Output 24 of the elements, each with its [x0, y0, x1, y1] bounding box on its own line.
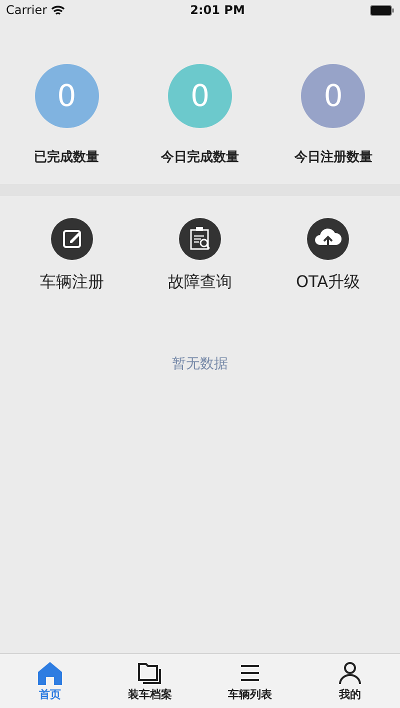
count-circle: 0 — [34, 64, 99, 128]
action-button[interactable]: 故障查询 — [145, 218, 255, 293]
tab[interactable]: 车辆列表 — [200, 654, 300, 708]
clipboard-search-icon — [179, 218, 221, 260]
stat-label: 今日完成数量 — [160, 148, 239, 166]
tab[interactable]: 我的 — [300, 654, 400, 708]
edit-icon — [51, 218, 93, 260]
action-button[interactable]: OTA升级 — [273, 218, 383, 293]
stat-label: 今日注册数量 — [294, 148, 372, 166]
status-time: 2:01 PM — [190, 3, 245, 17]
wifi-icon — [51, 4, 66, 16]
folder-icon — [137, 660, 163, 684]
person-icon — [337, 660, 363, 684]
tab[interactable]: 装车档案 — [100, 654, 200, 708]
battery-icon — [370, 4, 394, 16]
cloud-upload-icon — [307, 218, 349, 260]
count-circle: 0 — [301, 64, 366, 128]
action-button[interactable]: 车辆注册 — [17, 218, 127, 293]
tab[interactable]: 首页 — [0, 654, 100, 708]
empty-message: 暂无数据 — [172, 355, 228, 373]
stat-label: 已完成数量 — [34, 148, 100, 166]
carrier-label: Carrier — [6, 3, 48, 17]
count-circle: 0 — [168, 64, 232, 128]
home-icon — [37, 660, 63, 684]
